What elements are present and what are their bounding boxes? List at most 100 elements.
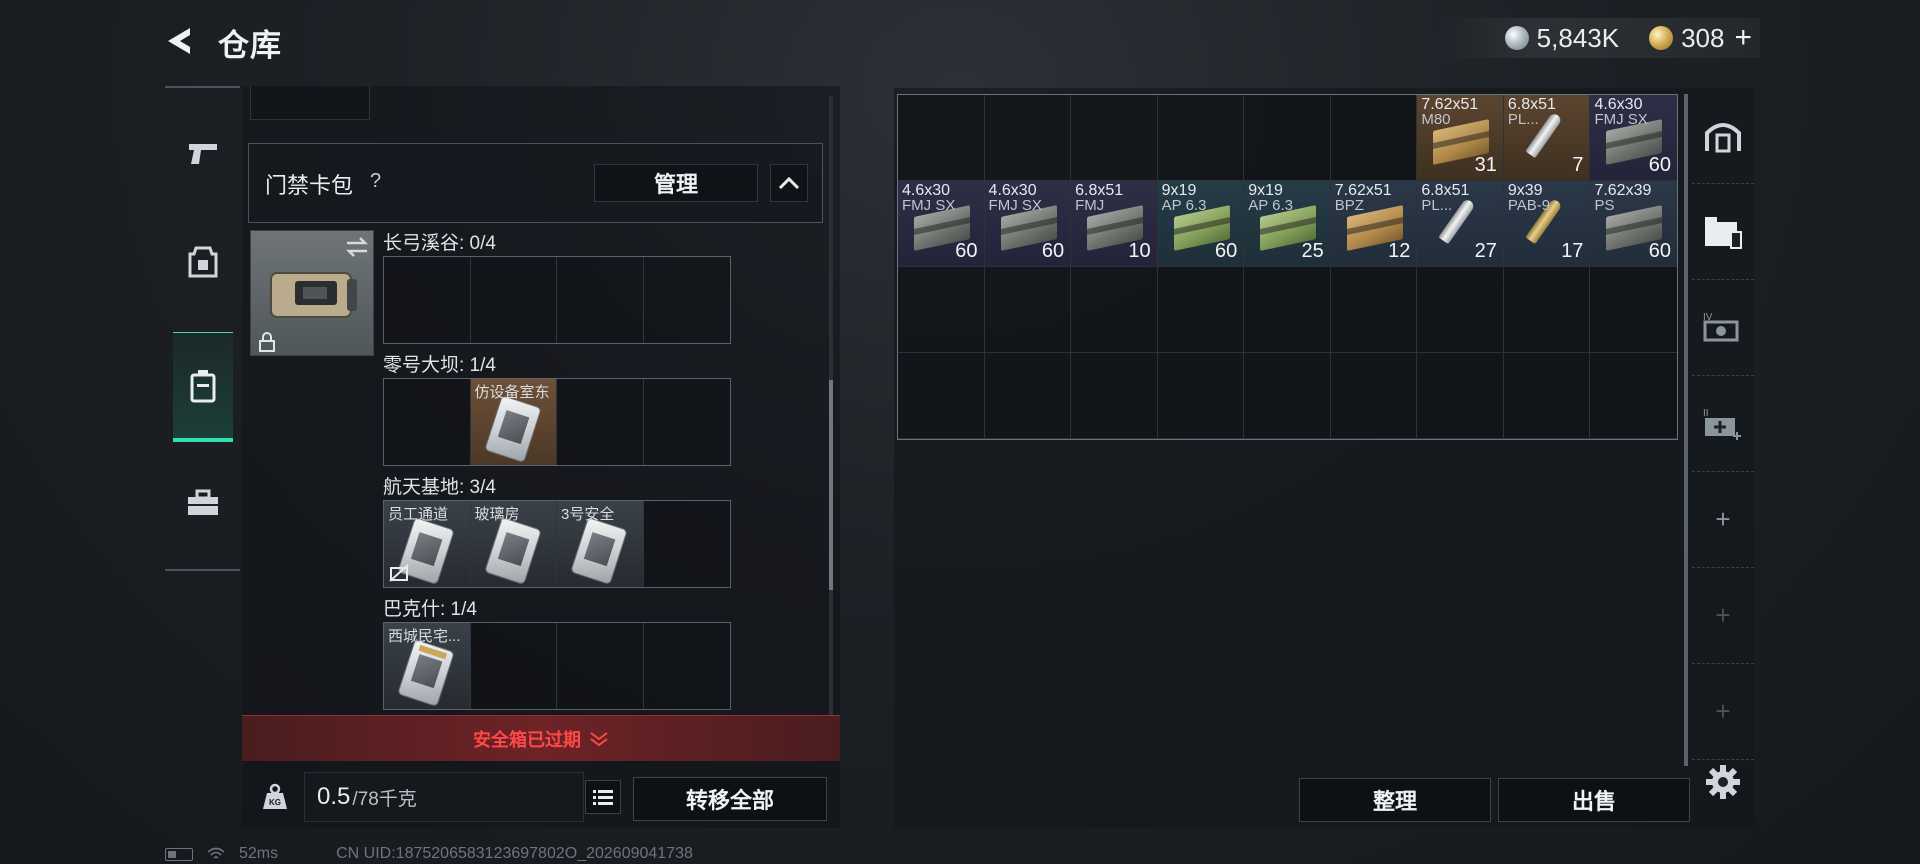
empty-grid-cell[interactable] — [1330, 267, 1418, 353]
empty-grid-cell[interactable] — [1503, 353, 1591, 439]
card-slot[interactable] — [384, 379, 471, 465]
safe-box-expired-banner[interactable]: 安全箱已过期 — [242, 715, 840, 761]
empty-grid-cell[interactable] — [1503, 267, 1591, 353]
nav-weapons[interactable] — [165, 98, 240, 208]
empty-grid-cell[interactable] — [1417, 353, 1504, 439]
access-card-icon — [571, 518, 627, 584]
list-view-button[interactable] — [585, 780, 621, 814]
ammo-count: 7 — [1572, 154, 1584, 176]
empty-grid-cell[interactable] — [898, 95, 985, 181]
empty-grid-cell[interactable] — [1071, 95, 1158, 181]
empty-grid-cell[interactable] — [984, 353, 1072, 439]
empty-grid-cell[interactable] — [1157, 267, 1245, 353]
card-slot[interactable] — [384, 257, 471, 343]
card-slot[interactable] — [470, 257, 557, 343]
ammo-item[interactable]: 4.6x30 FMJ SX 60 — [1590, 95, 1677, 181]
empty-grid-cell[interactable] — [984, 267, 1072, 353]
card-slot[interactable] — [470, 623, 557, 709]
nav-toolbox[interactable] — [165, 448, 240, 558]
add-currency-button[interactable]: + — [1734, 21, 1752, 55]
gold-amount: 308 — [1681, 22, 1725, 53]
ammo-count: 60 — [1648, 154, 1671, 176]
back-button[interactable] — [160, 20, 202, 62]
empty-grid-cell[interactable] — [1330, 95, 1418, 181]
empty-grid-cell[interactable] — [1590, 267, 1677, 353]
sell-button[interactable]: 出售 — [1498, 778, 1690, 822]
empty-grid-cell[interactable] — [1244, 267, 1331, 353]
transfer-all-button[interactable]: 转移全部 — [633, 777, 827, 821]
ammo-item[interactable]: 7.62x51 BPZ 12 — [1330, 181, 1418, 267]
ammo-item[interactable]: 9x19 AP 6.3 25 — [1244, 181, 1331, 267]
collapse-button[interactable] — [770, 164, 808, 202]
tab-case-4[interactable]: IV — [1692, 280, 1754, 376]
sort-button[interactable]: 整理 — [1299, 778, 1491, 822]
card-slot[interactable] — [643, 501, 730, 587]
ammo-item[interactable]: 4.6x30 FMJ SX 60 — [898, 181, 985, 267]
left-scrollbar-thumb[interactable] — [829, 380, 833, 590]
empty-grid-cell[interactable] — [898, 353, 985, 439]
card-slot[interactable] — [643, 257, 730, 343]
card-slot[interactable] — [557, 379, 644, 465]
svg-text:KG: KG — [269, 798, 281, 807]
empty-grid-cell[interactable] — [1330, 353, 1418, 439]
ammo-type: FMJ SX — [988, 197, 1042, 214]
tab-garage[interactable] — [1692, 88, 1754, 184]
nav-armor[interactable] — [165, 208, 240, 318]
ammo-item[interactable]: 9x19 AP 6.3 60 — [1157, 181, 1245, 267]
list-icon — [593, 790, 613, 805]
map-label-bakeshi: 巴克什: 1/4 — [383, 599, 477, 620]
ammo-count: 31 — [1474, 154, 1497, 176]
case-level-icon: IV — [1703, 312, 1739, 341]
empty-grid-cell[interactable] — [1590, 353, 1677, 439]
map-label-hangtian: 航天基地: 3/4 — [383, 477, 496, 498]
expired-text: 安全箱已过期 — [473, 729, 581, 750]
access-card-icon — [398, 640, 454, 706]
ammo-type: AP 6.3 — [1248, 197, 1293, 214]
empty-grid-cell[interactable] — [1157, 95, 1245, 181]
empty-grid-cell[interactable] — [1244, 95, 1331, 181]
tab-add-slot[interactable]: + — [1692, 568, 1754, 664]
access-card-slot[interactable]: 员工通道 — [384, 501, 471, 587]
ammo-type: FMJ SX — [1594, 111, 1648, 128]
empty-grid-cell[interactable] — [1417, 267, 1504, 353]
empty-grid-cell[interactable] — [898, 267, 985, 353]
ammo-item[interactable]: 9x39 PAB-9 17 — [1503, 181, 1591, 267]
ammo-item[interactable]: 6.8x51 FMJ 10 — [1071, 181, 1158, 267]
currency-bar: 5,843K 308 + — [1442, 18, 1760, 58]
access-card-slot[interactable]: 西城民宅... — [384, 623, 471, 709]
settings-button[interactable] — [1703, 762, 1743, 802]
silver-amount: 5,843K — [1536, 22, 1620, 53]
empty-grid-cell[interactable] — [1071, 353, 1158, 439]
tab-storage-box[interactable] — [1692, 184, 1754, 280]
card-slot[interactable] — [643, 623, 730, 709]
empty-grid-cell[interactable] — [1244, 353, 1331, 439]
access-card-slot[interactable]: 仿设备室东 — [470, 379, 557, 465]
nav-storage[interactable] — [173, 332, 233, 442]
ammo-item[interactable]: 7.62x51 M80 31 — [1417, 95, 1504, 181]
right-scrollbar[interactable] — [1684, 94, 1688, 766]
empty-grid-cell[interactable] — [1157, 353, 1245, 439]
tab-add-slot[interactable]: + — [1692, 664, 1754, 760]
ammo-item[interactable]: 6.8x51 PL... 7 — [1503, 95, 1591, 181]
swap-icon[interactable] — [345, 236, 369, 263]
card-slot[interactable] — [557, 623, 644, 709]
empty-grid-cell[interactable] — [1071, 267, 1158, 353]
map-slots-changgong — [383, 256, 731, 344]
gold-coin-icon — [1649, 26, 1674, 50]
access-card-slot[interactable]: 3号安全 — [557, 501, 644, 587]
access-card-name: 西城民宅... — [388, 628, 461, 645]
tab-add-slot[interactable]: + — [1692, 472, 1754, 568]
manage-button[interactable]: 管理 — [594, 164, 758, 202]
card-slot[interactable] — [557, 257, 644, 343]
help-icon[interactable]: ? — [370, 170, 381, 193]
ammo-count: 12 — [1388, 240, 1411, 262]
ammo-item[interactable]: 6.8x51 PL... 27 — [1417, 181, 1504, 267]
ammo-item[interactable]: 7.62x39 PS 60 — [1590, 181, 1677, 267]
weight-capacity: /78千克 — [352, 788, 417, 810]
weight-kg-icon: KG — [263, 783, 287, 809]
empty-grid-cell[interactable] — [984, 95, 1072, 181]
tab-medkit[interactable]: II — [1692, 376, 1754, 472]
ammo-item[interactable]: 4.6x30 FMJ SX 60 — [984, 181, 1072, 267]
card-slot[interactable] — [643, 379, 730, 465]
access-card-slot[interactable]: 玻璃房 — [470, 501, 557, 587]
